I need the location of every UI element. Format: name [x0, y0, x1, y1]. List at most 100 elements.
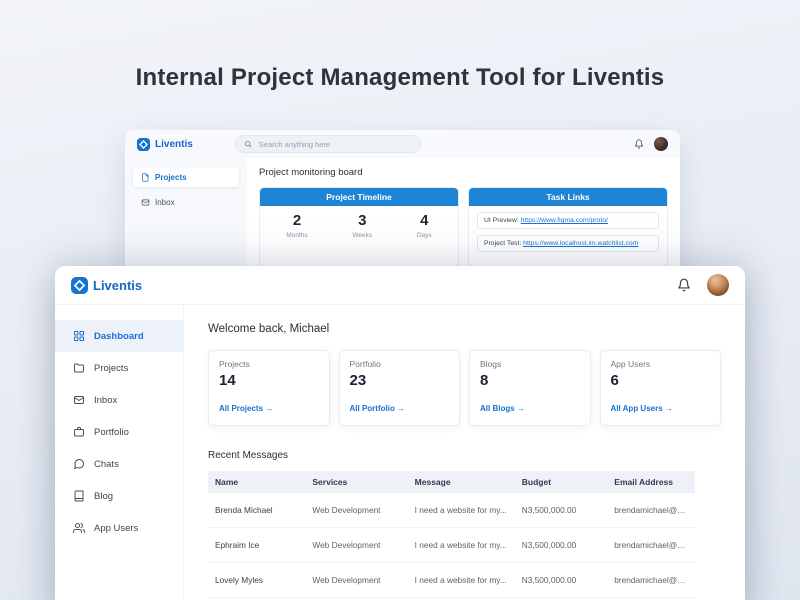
stat-card-value: 14	[219, 372, 319, 389]
cell-email: brendamichael@gmail.com	[607, 493, 695, 528]
cell-message: I need a website for my...	[408, 563, 515, 598]
link-url[interactable]: https://www.localhost.im.watchlist.com	[523, 240, 638, 247]
cell-email: brendamichael@gmail.com	[607, 563, 695, 598]
stat-value: 3	[352, 213, 372, 230]
column-header-budget: Budget	[515, 471, 608, 493]
front-window-header: Liventis	[55, 266, 745, 305]
avatar[interactable]	[654, 137, 668, 151]
mail-icon	[73, 394, 85, 406]
table-row[interactable]: Lovely Myles Web Development I need a we…	[208, 563, 695, 598]
timeline-stat-months: 2 Months	[286, 213, 307, 239]
card-title: Project Timeline	[260, 188, 458, 206]
sidebar-item-chats[interactable]: Chats	[55, 448, 183, 480]
document-icon	[141, 173, 150, 182]
back-brand: Liventis	[137, 138, 193, 151]
column-header-message: Message	[408, 471, 515, 493]
sidebar-item-label: Dashboard	[94, 331, 144, 342]
page-title: Internal Project Management Tool for Liv…	[0, 64, 800, 92]
sidebar-item-label: Projects	[94, 363, 128, 374]
stat-card-portfolio: Portfolio 23 All Portfolio	[339, 350, 461, 426]
sidebar-item-label: Portfolio	[94, 427, 129, 438]
cell-services: Web Development	[305, 528, 407, 563]
sidebar-item-label: Inbox	[155, 198, 175, 207]
dashboard-main: Welcome back, Michael Projects 14 All Pr…	[184, 305, 745, 600]
stat-card-blogs: Blogs 8 All Blogs	[469, 350, 591, 426]
stat-card-value: 6	[611, 372, 711, 389]
cell-budget: N3,500,000.00	[515, 563, 608, 598]
brand-name: Liventis	[93, 278, 142, 293]
stat-card-label: Portfolio	[350, 359, 450, 369]
brand-name: Liventis	[155, 139, 193, 150]
cell-budget: N3,500,000.00	[515, 528, 608, 563]
liventis-logo-icon	[71, 277, 88, 294]
all-projects-link[interactable]: All Projects	[219, 404, 273, 413]
sidebar-item-blog[interactable]: Blog	[55, 480, 183, 512]
sidebar-item-label: Inbox	[94, 395, 117, 406]
all-blogs-link[interactable]: All Blogs	[480, 404, 525, 413]
sidebar-item-app-users[interactable]: App Users	[55, 512, 183, 544]
link-label: UI Preview:	[484, 217, 519, 224]
link-url[interactable]: https://www.figma.com/proto/	[521, 217, 608, 224]
bell-icon[interactable]	[677, 278, 691, 292]
briefcase-icon	[73, 426, 85, 438]
timeline-stat-weeks: 3 Weeks	[352, 213, 372, 239]
search-input[interactable]	[257, 139, 412, 150]
stat-card-label: Blogs	[480, 359, 580, 369]
project-timeline-card: Project Timeline 2 Months 3 Weeks	[259, 187, 459, 267]
cell-name: Brenda Michael	[208, 493, 305, 528]
table-row[interactable]: Ephraim Ice Web Development I need a web…	[208, 528, 695, 563]
stat-label: Weeks	[352, 232, 372, 239]
sidebar-item-inbox[interactable]: Inbox	[133, 193, 239, 212]
recent-messages-title: Recent Messages	[208, 450, 721, 461]
stat-card-value: 23	[350, 372, 450, 389]
welcome-message: Welcome back, Michael	[208, 323, 721, 335]
stat-label: Months	[286, 232, 307, 239]
all-app-users-link[interactable]: All App Users	[611, 404, 673, 413]
liventis-logo-icon	[137, 138, 150, 151]
timeline-stats: 2 Months 3 Weeks 4 Days	[260, 206, 458, 248]
mail-icon	[141, 198, 150, 207]
stat-card-projects: Projects 14 All Projects	[208, 350, 330, 426]
recent-messages-table: Name Services Message Budget Email Addre…	[208, 471, 695, 600]
table-row[interactable]: Brenda Michael Web Development I need a …	[208, 493, 695, 528]
column-header-services: Services	[305, 471, 407, 493]
column-header-email: Email Address	[607, 471, 695, 493]
sidebar-item-portfolio[interactable]: Portfolio	[55, 416, 183, 448]
front-header-actions	[677, 274, 729, 296]
book-icon	[73, 490, 85, 502]
chat-icon	[73, 458, 85, 470]
cell-name: Ephraim Ice	[208, 528, 305, 563]
users-icon	[73, 522, 85, 534]
sidebar-item-label: App Users	[94, 523, 138, 534]
task-link-ui-preview: UI Preview: https://www.figma.com/proto/	[477, 212, 659, 229]
folder-icon	[73, 362, 85, 374]
stat-card-label: App Users	[611, 359, 711, 369]
front-sidebar: Dashboard Projects Inbox Portfolio Chats	[55, 305, 184, 600]
sidebar-item-label: Chats	[94, 459, 119, 470]
stat-cards-row: Projects 14 All Projects Portfolio 23 Al…	[208, 350, 721, 426]
timeline-stat-days: 4 Days	[417, 213, 432, 239]
sidebar-item-label: Projects	[155, 173, 187, 182]
all-portfolio-link[interactable]: All Portfolio	[350, 404, 406, 413]
sidebar-item-inbox[interactable]: Inbox	[55, 384, 183, 416]
cell-services: Web Development	[305, 493, 407, 528]
page-background: Internal Project Management Tool for Liv…	[0, 0, 800, 600]
cell-services: Web Development	[305, 563, 407, 598]
table-header-row: Name Services Message Budget Email Addre…	[208, 471, 695, 493]
front-window: Liventis Dashboard Projects Inbox	[55, 266, 745, 600]
task-links-list: UI Preview: https://www.figma.com/proto/…	[469, 206, 667, 266]
search-bar[interactable]	[235, 135, 421, 153]
grid-icon	[73, 330, 85, 342]
stat-label: Days	[417, 232, 432, 239]
sidebar-item-dashboard[interactable]: Dashboard	[55, 320, 183, 352]
avatar[interactable]	[707, 274, 729, 296]
sidebar-item-projects[interactable]: Projects	[55, 352, 183, 384]
stat-card-label: Projects	[219, 359, 319, 369]
front-window-body: Dashboard Projects Inbox Portfolio Chats	[55, 305, 745, 600]
card-title: Task Links	[469, 188, 667, 206]
sidebar-item-projects[interactable]: Projects	[133, 168, 239, 187]
stat-card-value: 8	[480, 372, 580, 389]
bell-icon[interactable]	[634, 139, 644, 149]
cell-message: I need a website for my...	[408, 528, 515, 563]
column-header-name: Name	[208, 471, 305, 493]
